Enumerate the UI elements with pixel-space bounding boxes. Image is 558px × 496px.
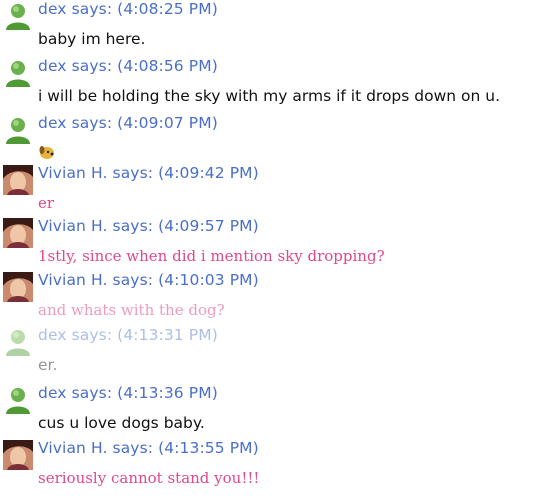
buddy-avatar-icon [3,272,33,302]
message-header: Vivian H. says: (4:13:55 PM) [38,439,259,457]
message-header: dex says: (4:08:25 PM) [38,0,218,18]
buddy-avatar-icon [6,61,30,87]
buddy-avatar-icon [6,4,30,30]
buddy-avatar-icon [3,218,33,248]
message-header: dex says: (4:13:36 PM) [38,384,218,402]
chat-message: dex says: (4:08:56 PM) i will be holding… [0,57,558,111]
buddy-avatar-icon [3,165,33,195]
message-text: baby im here. [38,30,146,48]
message-header: Vivian H. says: (4:09:57 PM) [38,217,259,235]
message-text: er [38,194,55,212]
message-header: dex says: (4:13:31 PM) [38,326,218,344]
chat-message: Vivian H. says: (4:10:03 PM) and whats w… [0,271,558,325]
buddy-avatar-icon [6,388,30,414]
message-text: 1stly, since when did i mention sky drop… [38,247,385,265]
message-header: Vivian H. says: (4:10:03 PM) [38,271,259,289]
message-text: seriously cannot stand you!!! [38,469,260,487]
buddy-avatar-icon [3,440,33,470]
message-text: er. [38,356,58,374]
message-header: dex says: (4:08:56 PM) [38,57,218,75]
message-text: i will be holding the sky with my arms i… [38,87,501,105]
chat-message: dex says: (4:13:36 PM) cus u love dogs b… [0,384,558,438]
message-text: cus u love dogs baby. [38,414,205,432]
dog-emoticon-icon [39,146,54,159]
chat-message: Vivian H. says: (4:09:57 PM) 1stly, sinc… [0,217,558,271]
chat-message: dex says: (4:08:25 PM) baby im here. [0,0,558,54]
message-text: and whats with the dog? [38,301,225,319]
chat-message: Vivian H. says: (4:13:55 PM) seriously c… [0,439,558,493]
message-header: Vivian H. says: (4:09:42 PM) [38,164,259,182]
chat-message: dex says: (4:09:07 PM) [0,114,558,168]
chat-message: Vivian H. says: (4:09:42 PM) er [0,164,558,218]
buddy-avatar-icon [6,330,30,356]
buddy-avatar-icon [6,118,30,144]
chat-message: dex says: (4:13:31 PM) er. [0,326,558,380]
message-header: dex says: (4:09:07 PM) [38,114,218,132]
